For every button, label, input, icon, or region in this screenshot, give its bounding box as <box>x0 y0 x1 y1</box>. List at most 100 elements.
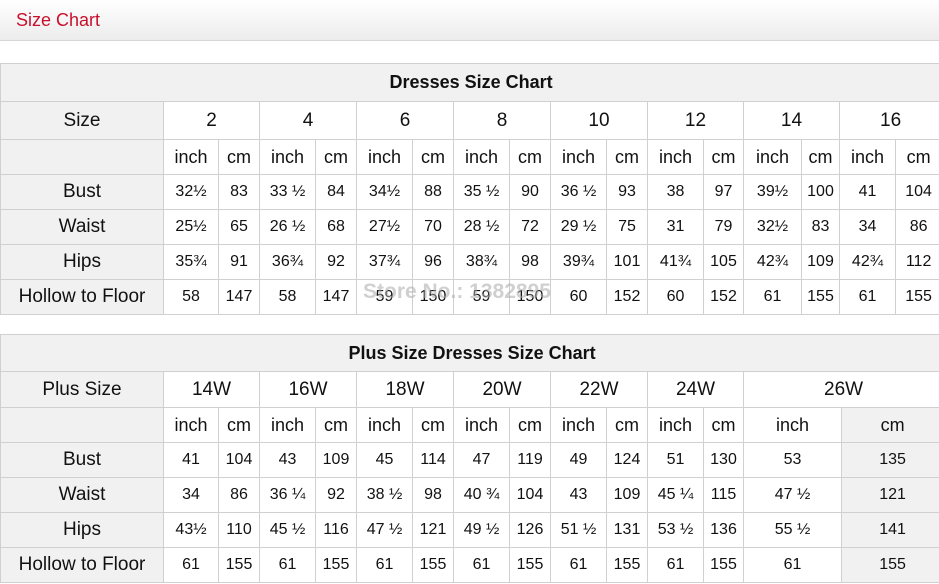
unit-inch: inch <box>743 407 842 443</box>
measurement-value: 124 <box>606 442 648 478</box>
measurement-value: 25½ <box>163 209 219 245</box>
measurement-value: 38 <box>647 174 704 210</box>
measurement-value: 84 <box>315 174 357 210</box>
measurement-value: 88 <box>412 174 454 210</box>
measurement-value: 32½ <box>163 174 219 210</box>
measurement-value: 98 <box>412 477 454 513</box>
dresses-size-table: Dresses Size Chart Size 2 4 6 8 10 12 14 16 inch cm… <box>0 63 939 315</box>
plus-size-chart: Plus Size Dresses Size Chart Plus Size 14W… <box>0 334 939 583</box>
size-header: 6 <box>356 101 454 140</box>
measurement-value: 86 <box>895 209 939 245</box>
measurement-value: 37¾ <box>356 244 413 280</box>
unit-inch: inch <box>839 139 896 175</box>
unit-inch: inch <box>550 407 607 443</box>
measurement-label: Bust <box>0 442 164 478</box>
measurement-value: 100 <box>801 174 840 210</box>
unit-cm: cm <box>412 407 454 443</box>
measurement-value: 150 <box>509 279 551 315</box>
measurement-row: Bust 32½ 83 33 ½ 84 34½ 88 35 ½ 90 36 ½ 93 38 97 39½ 1… <box>0 174 939 210</box>
measurement-row: Waist 34 86 36 ¼ 92 38 ½ 98 40 ¾ 104 43 109 45 ¼ 115… <box>0 477 939 513</box>
measurement-value: 58 <box>259 279 316 315</box>
unit-inch: inch <box>259 139 316 175</box>
measurement-label: Hollow to Floor <box>0 547 164 583</box>
measurement-value: 83 <box>218 174 260 210</box>
table-title: Dresses Size Chart <box>0 63 939 102</box>
dresses-size-chart: Dresses Size Chart Size 2 4 6 8 10 12 14 16 inch cm… <box>0 63 939 315</box>
measurement-value: 53 ½ <box>647 512 704 548</box>
measurement-value: 136 <box>703 512 744 548</box>
measurement-value: 42¾ <box>743 244 802 280</box>
measurement-value: 155 <box>509 547 551 583</box>
measurement-value: 41 <box>163 442 219 478</box>
size-header: 14W <box>163 371 260 408</box>
unit-inch: inch <box>356 407 413 443</box>
measurement-value: 36 ¼ <box>259 477 316 513</box>
measurement-value: 152 <box>703 279 744 315</box>
measurement-value: 41¾ <box>647 244 704 280</box>
unit-cm: cm <box>895 139 939 175</box>
measurement-value: 39½ <box>743 174 802 210</box>
measurement-value: 155 <box>412 547 454 583</box>
measurement-value: 93 <box>606 174 648 210</box>
measurement-label: Hips <box>0 512 164 548</box>
measurement-value: 28 ½ <box>453 209 510 245</box>
size-header: 8 <box>453 101 551 140</box>
unit-cm: cm <box>606 407 648 443</box>
measurement-value: 155 <box>315 547 357 583</box>
measurement-row: Hollow to Floor 61 155 61 155 61 155 61 155 61 155… <box>0 547 939 583</box>
unit-cm: cm <box>218 407 260 443</box>
unit-cm: cm <box>703 139 744 175</box>
measurement-value: 97 <box>703 174 744 210</box>
unit-cm: cm <box>509 139 551 175</box>
measurement-value: 92 <box>315 244 357 280</box>
size-header: 4 <box>259 101 357 140</box>
unit-row: inch cm inch cm inch cm inch cm inch cm inch cm inch… <box>0 407 939 443</box>
unit-row: inch cm inch cm inch cm inch cm inch cm inch cm inch… <box>0 139 939 175</box>
measurement-value: 150 <box>412 279 454 315</box>
unit-inch: inch <box>647 139 704 175</box>
measurement-value: 45 ¼ <box>647 477 704 513</box>
measurement-value: 155 <box>218 547 260 583</box>
measurement-value: 68 <box>315 209 357 245</box>
unit-cm: cm <box>801 139 840 175</box>
measurement-value: 121 <box>412 512 454 548</box>
measurement-value: 59 <box>356 279 413 315</box>
measurement-value: 61 <box>453 547 510 583</box>
measurement-value: 119 <box>509 442 551 478</box>
measurement-value: 49 ½ <box>453 512 510 548</box>
unit-cm: cm <box>412 139 454 175</box>
measurement-value: 152 <box>606 279 648 315</box>
unit-cm: cm <box>606 139 648 175</box>
measurement-value: 60 <box>550 279 607 315</box>
measurement-value: 51 ½ <box>550 512 607 548</box>
measurement-value: 101 <box>606 244 648 280</box>
measurement-value: 104 <box>895 174 939 210</box>
unit-inch: inch <box>743 139 802 175</box>
measurement-value: 36¾ <box>259 244 316 280</box>
measurement-row: Hips 43½ 110 45 ½ 116 47 ½ 121 49 ½ 126 51 ½ 131 53… <box>0 512 939 548</box>
measurement-value: 114 <box>412 442 454 478</box>
measurement-label: Hips <box>0 244 164 280</box>
measurement-value: 45 ½ <box>259 512 316 548</box>
size-header: 10 <box>550 101 648 140</box>
size-header: 2 <box>163 101 260 140</box>
measurement-label: Waist <box>0 209 164 245</box>
measurement-value: 49 <box>550 442 607 478</box>
unit-cm: cm <box>703 407 744 443</box>
size-header: 18W <box>356 371 454 408</box>
measurement-label: Hollow to Floor <box>0 279 164 315</box>
measurement-value: 43 <box>550 477 607 513</box>
unit-cm: cm <box>315 407 357 443</box>
measurement-value: 61 <box>163 547 219 583</box>
measurement-value: 53 <box>743 442 842 478</box>
measurement-value: 40 ¾ <box>453 477 510 513</box>
measurement-value: 31 <box>647 209 704 245</box>
size-header: 16W <box>259 371 357 408</box>
measurement-value: 112 <box>895 244 939 280</box>
measurement-value: 61 <box>259 547 316 583</box>
measurement-value: 104 <box>509 477 551 513</box>
measurement-value: 110 <box>218 512 260 548</box>
size-header: 20W <box>453 371 551 408</box>
measurement-value: 38¾ <box>453 244 510 280</box>
measurement-value: 35 ½ <box>453 174 510 210</box>
